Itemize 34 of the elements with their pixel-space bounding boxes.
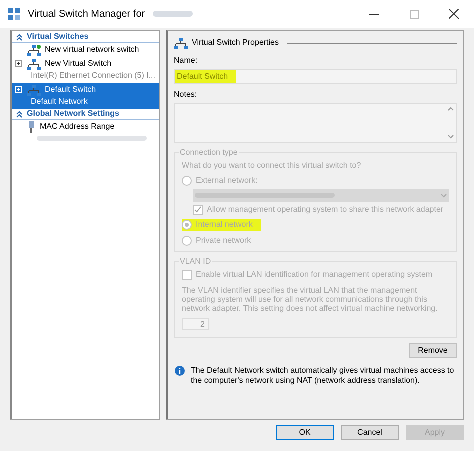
new-switch-icon	[27, 44, 41, 56]
section-title: Virtual Switch Properties	[192, 37, 279, 49]
checkmark-icon	[194, 206, 202, 214]
dialog-button[interactable]: OK	[276, 425, 334, 440]
scroll-up-icon	[448, 107, 454, 111]
tree-item[interactable]: New Virtual Switch Intel(R) Ethernet Connection (5) I...	[12, 57, 159, 83]
info-icon	[175, 366, 185, 376]
notes-field[interactable]	[174, 103, 457, 143]
collapse-icon	[16, 110, 23, 118]
section-header[interactable]: Global Network Settings	[12, 109, 159, 120]
adapter-icon	[27, 121, 36, 133]
remove-button[interactable]: Remove	[409, 343, 457, 358]
network-switch-icon	[174, 38, 188, 48]
vlan-description: The VLAN identifier specifies the virtual LAN that the management operating system will use for all network communications through this network adapter. This setting does not affect virtual machine networking.	[182, 286, 439, 313]
caret-icon	[441, 194, 447, 198]
section-header[interactable]: Virtual Switches	[12, 32, 159, 43]
name-field[interactable]: Default Switch	[174, 69, 457, 84]
dialog-button[interactable]: Cancel	[341, 425, 399, 440]
close-icon	[449, 9, 459, 19]
network-switch-icon	[27, 84, 41, 96]
info-text: The Default Network switch automatically gives virtual machines access to the computer's network using NAT (network address translation).	[191, 366, 456, 386]
redacted-block	[153, 11, 194, 17]
collapse-icon	[16, 34, 23, 40]
question-text: What do you want to connect this virtual switch to?	[182, 160, 362, 172]
tree-item[interactable]: Default Switch Default Network	[12, 83, 159, 109]
scroll-down-icon	[448, 135, 454, 139]
window-title: Virtual Switch Manager for	[28, 8, 146, 22]
tree-item[interactable]: MAC Address Range	[12, 120, 159, 145]
tree-item[interactable]: New virtual network switch	[12, 43, 159, 57]
network-switch-icon	[27, 58, 41, 70]
app-icon	[8, 8, 20, 20]
maximize-icon	[410, 10, 418, 18]
notes-label: Notes:	[174, 89, 198, 101]
name-label: Name:	[174, 55, 199, 67]
